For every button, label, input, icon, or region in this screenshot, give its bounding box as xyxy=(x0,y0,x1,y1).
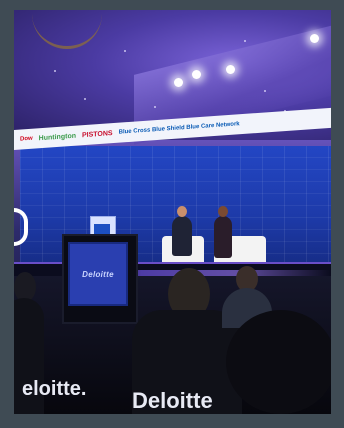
sponsor-dow: Dow xyxy=(20,135,33,143)
event-photo: Dow Huntington PISTONS Blue Cross Blue S… xyxy=(14,10,331,414)
speaker-woman-head xyxy=(218,206,228,217)
audience-head-foreground xyxy=(226,310,331,414)
sparkle xyxy=(124,50,126,52)
speaker-man xyxy=(172,216,192,256)
shirt-text-left: eloitte. xyxy=(22,378,87,400)
stage-light xyxy=(192,70,201,79)
shirt-text-right: Deloitte xyxy=(132,388,213,413)
sponsor-pistons: PISTONS xyxy=(82,129,113,139)
stage-light xyxy=(226,65,235,74)
sparkle xyxy=(264,90,266,92)
confidence-monitor-screen: Deloitte xyxy=(68,242,128,306)
sparkle xyxy=(84,98,86,100)
podium-logo xyxy=(94,224,110,234)
stage-light xyxy=(310,34,319,43)
sparkle xyxy=(154,106,156,108)
sponsor-huntington: Huntington xyxy=(38,132,76,142)
stage-light xyxy=(174,78,183,87)
speaker-man-head xyxy=(177,206,187,217)
sparkle xyxy=(244,40,246,42)
sponsor-bcbs: Blue Cross Blue Shield Blue Care Network xyxy=(118,121,240,136)
monitor-text: Deloitte xyxy=(82,269,114,279)
sparkle xyxy=(54,70,56,72)
speaker-woman xyxy=(214,216,232,258)
